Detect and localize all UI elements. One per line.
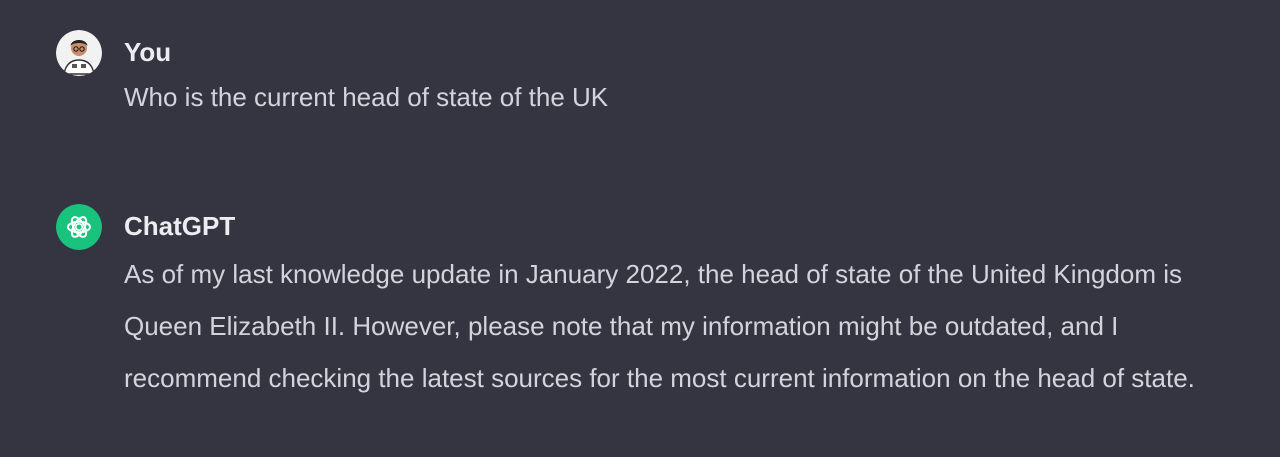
message-author: ChatGPT <box>124 211 236 241</box>
chat-conversation: You Who is the current head of state of … <box>0 0 1280 457</box>
message-text: As of my last knowledge update in Januar… <box>124 259 1195 393</box>
openai-logo-icon <box>56 204 102 250</box>
message-author: You <box>124 37 172 67</box>
user-avatar-icon <box>56 30 102 76</box>
message-text: Who is the current head of state of the … <box>124 82 609 112</box>
